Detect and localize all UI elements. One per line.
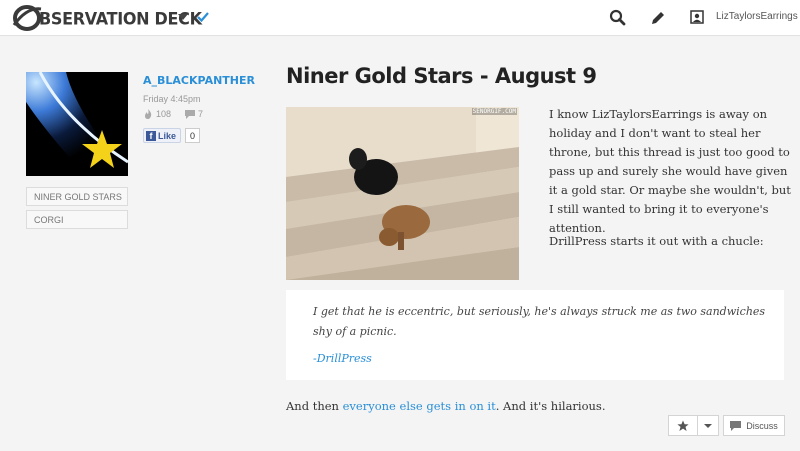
pencil-icon[interactable] bbox=[648, 8, 668, 28]
top-bar: BSERVATION DECK LizTaylorsEarrings bbox=[0, 0, 800, 36]
discuss-label: Discuss bbox=[746, 420, 778, 431]
blog-logo[interactable]: BSERVATION DECK bbox=[12, 2, 202, 34]
star-icon bbox=[677, 420, 689, 431]
paragraph-intro: I know LizTaylorsEarrings is away on hol… bbox=[549, 107, 791, 235]
chevron-down-icon bbox=[704, 423, 712, 428]
star-dropdown-button[interactable] bbox=[698, 415, 719, 436]
paragraph-followup: And then everyone else gets in on it. An… bbox=[286, 399, 606, 413]
chevron-down-icon[interactable] bbox=[176, 11, 190, 23]
tag-niner-gold-stars[interactable]: NINER GOLD STARS bbox=[26, 187, 128, 206]
checkmark-icon bbox=[197, 12, 209, 23]
comment-count: 7 bbox=[198, 109, 204, 119]
star-button[interactable] bbox=[668, 415, 698, 436]
everyone-else-link[interactable]: everyone else gets in on it bbox=[343, 399, 496, 413]
discuss-button[interactable]: Discuss bbox=[723, 415, 785, 436]
author-avatar[interactable] bbox=[26, 72, 128, 176]
blockquote: I get that he is eccentric, but seriousl… bbox=[286, 290, 784, 380]
corgi-gif[interactable]: SENORGIF.COM bbox=[286, 107, 519, 280]
search-icon[interactable] bbox=[608, 8, 628, 28]
post-title[interactable]: Niner Gold Stars - August 9 bbox=[286, 64, 597, 88]
facebook-like: f Like 0 bbox=[143, 128, 201, 143]
facebook-like-button[interactable]: f Like bbox=[143, 128, 182, 143]
post-actions: Discuss bbox=[668, 415, 785, 436]
flame-icon bbox=[145, 109, 152, 119]
discuss-icon bbox=[730, 420, 742, 431]
gif-watermark: SENORGIF.COM bbox=[471, 108, 517, 115]
like-label: Like bbox=[158, 130, 177, 141]
facebook-icon: f bbox=[146, 130, 156, 141]
like-count: 0 bbox=[185, 128, 201, 143]
username-link[interactable]: LizTaylorsEarrings bbox=[716, 11, 798, 22]
user-icon[interactable] bbox=[690, 10, 704, 24]
view-count: 108 bbox=[156, 109, 172, 119]
quote-cite-link[interactable]: -DrillPress bbox=[313, 352, 372, 365]
observation-deck-logo-icon bbox=[12, 5, 42, 31]
quote-text: I get that he is eccentric, but seriousl… bbox=[313, 305, 766, 338]
paragraph-drillpress: DrillPress starts it out with a chucle: bbox=[549, 234, 764, 248]
post-time[interactable]: Friday 4:45pm bbox=[143, 94, 201, 104]
post-stats: 108 7 bbox=[143, 109, 203, 119]
comment-icon bbox=[185, 110, 196, 119]
gif-image bbox=[286, 107, 519, 280]
author-name[interactable]: A_BLACKPANTHER bbox=[143, 74, 255, 87]
paragraph3-before: And then bbox=[286, 399, 343, 413]
paragraph3-after: . And it's hilarious. bbox=[495, 399, 606, 413]
avatar-image bbox=[26, 72, 128, 176]
tag-corgi[interactable]: CORGI bbox=[26, 210, 128, 229]
